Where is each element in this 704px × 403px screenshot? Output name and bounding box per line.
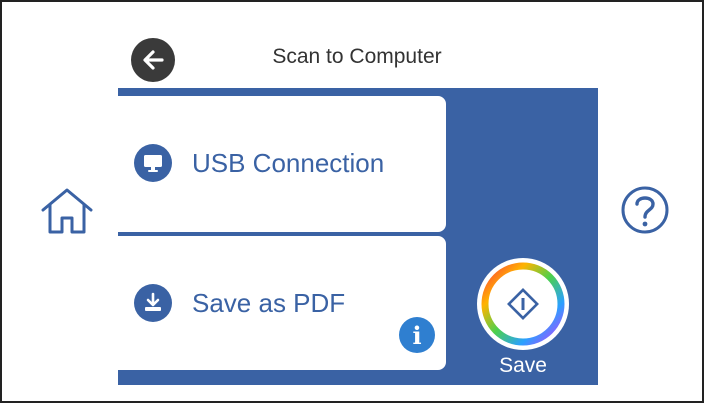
page-title: Scan to Computer (272, 45, 442, 68)
monitor-icon (134, 144, 172, 182)
usb-connection-label: USB Connection (192, 148, 385, 178)
home-icon (41, 188, 93, 234)
home-button[interactable] (38, 186, 96, 236)
info-icon[interactable]: i (399, 317, 435, 353)
back-button[interactable] (131, 38, 175, 82)
options-panel: USB Connection Save as PDF i Save (118, 88, 598, 385)
screen-frame: Scan to Computer USB Connection Save as … (0, 0, 704, 403)
save-button[interactable] (475, 256, 571, 352)
help-button[interactable] (619, 184, 671, 236)
save-as-pdf-option[interactable]: Save as PDF i (118, 236, 446, 370)
arrow-left-icon (143, 50, 164, 70)
save-as-pdf-label: Save as PDF (192, 288, 346, 318)
help-icon (621, 186, 669, 234)
usb-connection-option[interactable]: USB Connection (118, 96, 446, 232)
download-icon (134, 284, 172, 322)
save-label: Save (499, 354, 547, 377)
